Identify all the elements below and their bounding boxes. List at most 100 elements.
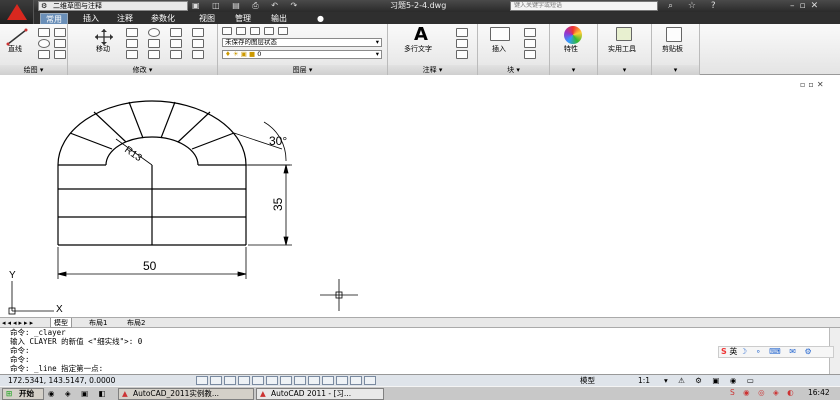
- layer-properties-icon[interactable]: [222, 27, 232, 35]
- status-tray-icons[interactable]: ▾ ⚠ ⚙ ▣ ◉ ▭: [664, 375, 758, 386]
- explode-icon[interactable]: [192, 28, 204, 37]
- properties-label[interactable]: 特性: [564, 44, 578, 54]
- am-toggle-icon[interactable]: [364, 376, 376, 385]
- taskbar-item-tutorial[interactable]: ▲ AutoCAD_2011实例教...: [118, 388, 254, 400]
- edit-block-icon[interactable]: [524, 39, 536, 48]
- command-line[interactable]: 命令: _line 指定第一点:: [10, 364, 840, 373]
- move-tool-label[interactable]: 移动: [96, 44, 110, 54]
- panel-block-title[interactable]: 块 ▾: [478, 65, 549, 75]
- ellipse-icon[interactable]: [54, 50, 66, 59]
- title-bar-icons[interactable]: ⌕ ☆ ?: [668, 0, 722, 12]
- restore-icon[interactable]: ▫: [800, 1, 811, 11]
- ortho-toggle-icon[interactable]: [224, 376, 236, 385]
- clipboard-label[interactable]: 剪贴板: [662, 44, 683, 54]
- start-button[interactable]: ⊞ 开始: [2, 388, 44, 400]
- ime-toolbar[interactable]: S 英 ☽ ∘ ⌨ ✉ ⚙: [718, 346, 834, 358]
- text-a-icon[interactable]: A: [414, 24, 428, 45]
- current-layer-dropdown[interactable]: ♦ ☀ ▣ ■ 0 ▾: [222, 50, 382, 59]
- create-block-icon[interactable]: [524, 28, 536, 37]
- tab-model[interactable]: 模型: [50, 318, 72, 328]
- utilities-icon[interactable]: [616, 27, 632, 41]
- edit-attributes-icon[interactable]: [524, 50, 536, 59]
- otrack-toggle-icon[interactable]: [266, 376, 278, 385]
- drawing-window-controls[interactable]: ▫▫✕: [800, 80, 827, 89]
- layer-state-dropdown[interactable]: 未保存的图层状态 ▾: [222, 38, 382, 47]
- panel-layers-title[interactable]: 图层 ▾: [218, 65, 387, 75]
- panel-properties-title[interactable]: ▾: [550, 65, 597, 75]
- trim-icon[interactable]: [148, 39, 160, 48]
- restore-icon[interactable]: ▫: [808, 80, 816, 89]
- circle-icon[interactable]: [38, 39, 50, 48]
- close-icon[interactable]: ✕: [811, 1, 824, 11]
- stretch-icon[interactable]: [126, 39, 138, 48]
- workspace-selector[interactable]: ⚙ 二维草图与注释: [38, 1, 188, 11]
- arc-icon[interactable]: [38, 50, 50, 59]
- tab-manage[interactable]: 管理: [230, 13, 256, 24]
- tab-view[interactable]: 视图: [194, 13, 220, 24]
- annotation-scale[interactable]: 1:1: [638, 375, 650, 386]
- layer-isolate-icon[interactable]: [250, 27, 260, 35]
- offset-icon[interactable]: [192, 39, 204, 48]
- tab-nav-arrows-icon[interactable]: ◂◂◂▸▸▸: [2, 318, 35, 328]
- osnap-toggle-icon[interactable]: [252, 376, 264, 385]
- tab-output[interactable]: 输出: [266, 13, 292, 24]
- mtext-label[interactable]: 多行文字: [404, 44, 432, 54]
- command-window[interactable]: 命令: _clayer 输入 CLAYER 的新值 <"细实线">: 0 命令:…: [0, 328, 840, 374]
- panel-annotation-title[interactable]: 注释 ▾: [388, 65, 477, 75]
- panel-utilities-title[interactable]: ▾: [598, 65, 651, 75]
- layer-lock-icon[interactable]: [278, 27, 288, 35]
- window-controls[interactable]: –▫✕: [790, 0, 823, 12]
- search-input[interactable]: 键入关键字或短语: [510, 1, 658, 11]
- system-tray-icons[interactable]: S ◉ ◎ ◈ ◐: [730, 387, 797, 399]
- ducs-toggle-icon[interactable]: [280, 376, 292, 385]
- erase-icon[interactable]: [126, 50, 138, 59]
- table-icon[interactable]: [456, 50, 468, 59]
- quick-access-toolbar[interactable]: ▣ ◫ ▤ ⎙ ↶ ↷: [192, 1, 302, 11]
- close-icon[interactable]: ✕: [817, 80, 827, 89]
- drawing-svg[interactable]: R13 30° 35 50 Y X: [0, 75, 840, 317]
- dyn-toggle-icon[interactable]: [294, 376, 306, 385]
- line-tool-label[interactable]: 直线: [8, 44, 22, 54]
- tab-layout2[interactable]: 布局2: [124, 318, 148, 328]
- panel-modify-title[interactable]: 修改 ▾: [68, 65, 217, 75]
- copy-icon[interactable]: [126, 28, 138, 37]
- insert-block-label[interactable]: 插入: [492, 44, 506, 54]
- layer-off-icon[interactable]: [236, 27, 246, 35]
- ime-tools-icons[interactable]: ☽ ∘ ⌨ ✉ ⚙: [740, 347, 815, 356]
- drawing-canvas[interactable]: R13 30° 35 50 Y X: [0, 75, 840, 317]
- application-menu-button[interactable]: [0, 0, 34, 26]
- layer-freeze-icon[interactable]: [264, 27, 274, 35]
- ime-mode-label[interactable]: 英: [729, 347, 737, 356]
- hatch-icon[interactable]: [54, 39, 66, 48]
- rectangle-icon[interactable]: [54, 28, 66, 37]
- tab-annotate[interactable]: 注释: [112, 13, 138, 24]
- fillet-icon[interactable]: [148, 50, 160, 59]
- qp-toggle-icon[interactable]: [336, 376, 348, 385]
- color-wheel-icon[interactable]: [564, 26, 582, 44]
- tab-more[interactable]: ●: [312, 13, 329, 24]
- array-icon[interactable]: [170, 50, 182, 59]
- sc-toggle-icon[interactable]: [350, 376, 362, 385]
- insert-block-icon[interactable]: [490, 27, 510, 41]
- tab-home[interactable]: 常用: [40, 13, 68, 24]
- leader-icon[interactable]: [456, 39, 468, 48]
- model-space-label[interactable]: 模型: [580, 375, 595, 386]
- tab-insert[interactable]: 插入: [78, 13, 104, 24]
- polar-toggle-icon[interactable]: [238, 376, 250, 385]
- grid-toggle-icon[interactable]: [210, 376, 222, 385]
- taskbar-item-autocad[interactable]: ▲ AutoCAD 2011 - [习...: [256, 388, 384, 400]
- lineweight-toggle-icon[interactable]: [308, 376, 320, 385]
- polyline-icon[interactable]: [38, 28, 50, 37]
- transparency-toggle-icon[interactable]: [322, 376, 334, 385]
- snap-toggle-icon[interactable]: [196, 376, 208, 385]
- minimize-icon[interactable]: –: [790, 1, 800, 11]
- panel-draw-title[interactable]: 绘图 ▾: [0, 65, 67, 75]
- quick-launch-icons[interactable]: ◉ ◈ ▣ ◧: [48, 388, 110, 400]
- clipboard-icon[interactable]: [666, 27, 682, 42]
- mirror-icon[interactable]: [170, 28, 182, 37]
- tab-layout1[interactable]: 布局1: [86, 318, 110, 328]
- dimension-icon[interactable]: [456, 28, 468, 37]
- rotate-icon[interactable]: [148, 28, 160, 37]
- scale-icon[interactable]: [170, 39, 182, 48]
- tab-parametric[interactable]: 参数化: [146, 13, 180, 24]
